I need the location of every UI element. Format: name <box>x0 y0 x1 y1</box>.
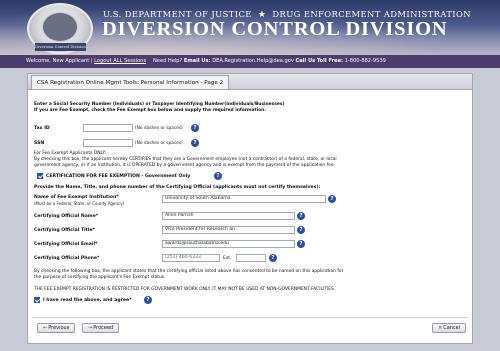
welcome-text: Welcome, New Applicant | <box>26 58 93 64</box>
tax-id-hint: (No dashes or spaces) <box>135 126 183 131</box>
official-name-help-icon[interactable]: ? <box>297 212 305 220</box>
official-phone-label: Certifying Official Phone* <box>34 256 100 261</box>
official-email-label: Certifying Official Email* <box>34 242 98 247</box>
need-help-text: Need Help? <box>153 58 183 64</box>
cancel-button-label: Cancel <box>443 325 461 331</box>
institution-label: Name of Fee Exempt Institution* <box>34 195 119 200</box>
seal-ribbon: Diversion Control Division <box>35 43 86 51</box>
site-header: Diversion Control Division U.S. Departme… <box>0 0 500 55</box>
form-panel: Enter a Social Security Number (Individu… <box>27 89 473 344</box>
agree-checkbox-label: I have read the above, and agree* <box>43 298 132 303</box>
official-title-help-icon[interactable]: ? <box>297 226 305 234</box>
tax-id-label: Tax ID <box>34 126 50 131</box>
seal-emblem-icon <box>42 12 78 42</box>
ssn-label: SSN <box>34 141 45 146</box>
institution-input[interactable]: University of South Alabama <box>162 195 326 203</box>
official-title-label: Certifying Official Title* <box>34 228 95 233</box>
previous-button-label: Previous <box>48 325 70 331</box>
phone-number: 1-800-882-9539 <box>344 58 386 64</box>
help-contact: Need Help? Email Us: DEA.Registration.He… <box>153 55 386 68</box>
arrow-right-icon: → <box>88 325 93 331</box>
ssn-input[interactable] <box>83 139 133 147</box>
tab-strip: CSA Registration Online Mgmt Tools: Pers… <box>27 73 473 90</box>
official-name-input[interactable]: Allen Parrish <box>162 212 295 220</box>
intro-line-1: Enter a Social Security Number (Individu… <box>34 102 285 107</box>
fee-exempt-line-2: government agency, or if an institution,… <box>34 163 335 168</box>
arrow-left-icon: ← <box>43 325 48 331</box>
fee-exempt-line-1: By checking this box, the applicant here… <box>34 157 337 162</box>
welcome-area: Welcome, New Applicant | Logout ALL Sess… <box>26 55 146 68</box>
fee-exemption-checkbox-label: CERTIFICATION FOR FEE EXEMPTION - Govern… <box>46 174 191 179</box>
official-phone-input[interactable]: (251) 460-6333 <box>162 254 220 262</box>
top-nav-bar: Welcome, New Applicant | Logout ALL Sess… <box>0 55 500 68</box>
provide-official-instruction: Provide the Name, Title, and phone numbe… <box>34 185 321 190</box>
previous-button[interactable]: ←Previous <box>37 323 76 333</box>
email-link[interactable]: DEA.Registration.Help@dea.gov <box>212 58 294 64</box>
official-name-label: Certifying Official Name* <box>34 214 99 219</box>
agree-checkbox[interactable] <box>34 297 40 303</box>
fee-exempt-heading: For Fee Exempt Applicants ONLY: <box>34 151 106 156</box>
call-label: Call Us Toll Free: <box>295 58 344 64</box>
consent-line-1: By checking the following box, the appli… <box>34 269 344 274</box>
cancel-button[interactable]: ×Cancel <box>432 323 467 333</box>
agree-help-icon[interactable]: ? <box>144 296 152 304</box>
official-email-input[interactable]: awards@southalabama.edu <box>162 240 295 248</box>
tax-id-input[interactable] <box>83 124 133 132</box>
institution-sub-label: (Must be a Federal, State, or County Age… <box>34 201 125 206</box>
tax-id-help-icon[interactable]: ? <box>191 124 199 132</box>
official-phone-help-icon[interactable]: ? <box>269 254 277 262</box>
consent-line-2: the purpose of certifying the applicant'… <box>34 275 166 280</box>
official-email-help-icon[interactable]: ? <box>297 240 305 248</box>
restriction-notice: THE FEE EXEMPT REGISTRATION IS RESTRICTE… <box>34 287 336 292</box>
dea-seal-logo[interactable]: Diversion Control Division <box>27 3 93 54</box>
close-icon: × <box>438 325 443 331</box>
official-title-input[interactable]: Vice President for Research an <box>162 226 295 234</box>
proceed-button-label: Proceed <box>93 325 114 331</box>
ssn-hint: (No dashes or spaces) <box>135 141 183 146</box>
fee-exemption-checkbox[interactable] <box>37 173 43 179</box>
tab-personal-information[interactable]: CSA Registration Online Mgmt Tools: Pers… <box>31 75 230 90</box>
logout-link[interactable]: Logout ALL Sessions <box>94 58 146 64</box>
extension-label: Ext. <box>223 256 232 261</box>
extension-input[interactable] <box>236 254 266 262</box>
footer-divider <box>32 317 468 318</box>
email-label: Email Us: <box>183 58 211 64</box>
institution-help-icon[interactable]: ? <box>328 195 336 203</box>
site-title: Diversion Control Division <box>102 18 448 40</box>
intro-line-2: If you are Fee Exempt, check the Fee Exe… <box>34 108 266 113</box>
proceed-button[interactable]: →Proceed <box>82 323 120 333</box>
ssn-help-icon[interactable]: ? <box>191 139 199 147</box>
certification-help-icon[interactable]: ? <box>214 172 222 180</box>
